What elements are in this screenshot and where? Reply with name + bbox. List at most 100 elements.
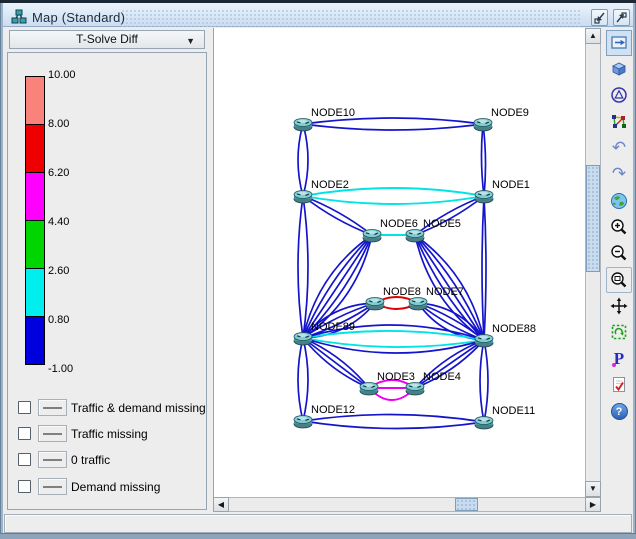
titlebar-texture: [121, 9, 581, 27]
map-edge-NODE1-NODE88[interactable]: [484, 196, 486, 340]
zoom-in-icon: [609, 217, 629, 237]
map-node-label: NODE5: [423, 218, 461, 230]
map-edge-NODE2-NODE89[interactable]: [303, 196, 308, 338]
map-node-label: NODE4: [423, 371, 461, 383]
circled-triangle-icon: [609, 85, 629, 105]
map-node-label: NODE12: [311, 404, 355, 416]
line-style-icon: [43, 486, 62, 488]
line-style-icon: [43, 459, 62, 461]
legend-checkbox[interactable]: [18, 480, 31, 493]
map-node-NODE6[interactable]: [363, 230, 381, 243]
map-node-label: NODE6: [380, 218, 418, 230]
window-edge-left: [0, 3, 3, 534]
topology-map: NODE10NODE9NODE2NODE1NODE6NODE5NODE8NODE…: [214, 28, 585, 495]
color-scale-segment: [25, 268, 45, 317]
maximize-button[interactable]: [613, 9, 630, 26]
map-edge-NODE1-NODE88[interactable]: [482, 196, 484, 340]
layout-button[interactable]: [606, 82, 632, 108]
map-node-NODE10[interactable]: [294, 119, 312, 132]
map-window: Map (Standard) T-Solve Diff ▼ 10.008.006…: [0, 0, 636, 539]
network-map-icon: [11, 9, 27, 24]
map-node-NODE12[interactable]: [294, 416, 312, 429]
vertical-scrollbar-thumb[interactable]: [586, 165, 600, 272]
line-style-icon: [43, 433, 62, 435]
map-node-NODE3[interactable]: [360, 383, 378, 396]
legend-line-sample-button[interactable]: [38, 451, 67, 468]
legend-checkbox[interactable]: [18, 427, 31, 440]
help-button[interactable]: ?: [606, 398, 632, 424]
graph-layout-icon: [609, 112, 629, 132]
map-node-label: NODE88: [492, 323, 536, 335]
scroll-up-button[interactable]: ▲: [585, 28, 601, 44]
map-edge-NODE10-NODE9[interactable]: [303, 124, 483, 130]
zoom-in-button[interactable]: [606, 214, 632, 240]
rotate-selection-button[interactable]: [606, 319, 632, 345]
horizontal-scrollbar[interactable]: [213, 497, 601, 512]
map-node-label: NODE1: [492, 179, 530, 191]
map-edge-NODE2-NODE1[interactable]: [303, 196, 484, 204]
legend-row: Traffic missing: [8, 424, 204, 446]
paths-dot-icon: [612, 363, 616, 367]
map-edge-NODE89-NODE12[interactable]: [298, 338, 303, 421]
map-node-NODE1[interactable]: [475, 191, 493, 204]
redo-icon: ↷: [612, 164, 626, 184]
model-3d-button[interactable]: [606, 56, 632, 82]
cube-3d-icon: [609, 59, 629, 79]
status-bar: [4, 514, 632, 533]
horizontal-scrollbar-thumb[interactable]: [455, 498, 478, 511]
map-node-NODE2[interactable]: [294, 191, 312, 204]
map-node-NODE7[interactable]: [409, 298, 427, 311]
map-node-NODE88[interactable]: [475, 335, 493, 348]
legend-label: Traffic & demand missing: [71, 401, 206, 415]
scroll-right-icon: ▶: [586, 498, 600, 512]
legend-checkbox[interactable]: [18, 453, 31, 466]
map-canvas[interactable]: NODE10NODE9NODE2NODE1NODE6NODE5NODE8NODE…: [213, 28, 585, 497]
rotate-selection-icon: [609, 322, 629, 342]
color-scale-tick-label: -1.00: [48, 363, 98, 376]
graph-layout-button[interactable]: [606, 109, 632, 135]
paths-button[interactable]: P: [606, 346, 632, 372]
legend-line-sample-button[interactable]: [38, 399, 67, 416]
scroll-left-button[interactable]: ◀: [213, 497, 229, 512]
iconify-button[interactable]: [591, 9, 608, 26]
map-edge-NODE10-NODE2[interactable]: [298, 124, 303, 196]
map-edge-NODE89-NODE12[interactable]: [303, 338, 308, 421]
zoom-out-button[interactable]: [606, 240, 632, 266]
map-edge-NODE89-NODE88[interactable]: [303, 338, 484, 353]
map-edge-NODE12-NODE11[interactable]: [303, 421, 484, 429]
map-edge-NODE88-NODE11[interactable]: [484, 340, 488, 422]
scroll-up-icon: ▲: [586, 29, 600, 43]
redo-button[interactable]: ↷: [606, 161, 632, 187]
attach-view-icon: [609, 33, 629, 53]
legend-line-sample-button[interactable]: [38, 425, 67, 442]
map-node-NODE9[interactable]: [474, 119, 492, 132]
map-edge-NODE10-NODE2[interactable]: [303, 124, 308, 196]
world-view-button[interactable]: [606, 188, 632, 214]
view-selector-dropdown[interactable]: T-Solve Diff ▼: [9, 30, 205, 49]
map-node-NODE5[interactable]: [406, 230, 424, 243]
validate-button[interactable]: [606, 372, 632, 398]
legend-label: Demand missing: [71, 480, 160, 494]
map-node-NODE8[interactable]: [366, 298, 384, 311]
legend-label: Traffic missing: [71, 427, 148, 441]
legend-line-sample-button[interactable]: [38, 478, 67, 495]
scroll-right-button[interactable]: ▶: [585, 497, 601, 512]
legend-row: Demand missing: [8, 477, 204, 499]
color-scale-tick-label: 6.20: [48, 167, 98, 180]
color-scale-segment: [25, 172, 45, 221]
zoom-area-button[interactable]: [606, 267, 632, 293]
scroll-down-button[interactable]: ▼: [585, 481, 601, 497]
undo-button[interactable]: ↶: [606, 135, 632, 161]
attach-view-button[interactable]: [606, 30, 632, 56]
pan-button[interactable]: [606, 293, 632, 319]
map-edge-NODE88-NODE11[interactable]: [480, 340, 484, 422]
map-node-NODE89[interactable]: [294, 333, 312, 346]
legend-checkbox[interactable]: [18, 401, 31, 414]
color-scale-tick-label: 2.60: [48, 265, 98, 278]
map-node-NODE4[interactable]: [406, 383, 424, 396]
globe-icon: [609, 191, 629, 211]
titlebar[interactable]: Map (Standard): [3, 3, 633, 27]
map-node-NODE11[interactable]: [475, 417, 493, 430]
color-scale-tick-label: 8.00: [48, 118, 98, 131]
map-edge-NODE2-NODE89[interactable]: [298, 196, 303, 338]
